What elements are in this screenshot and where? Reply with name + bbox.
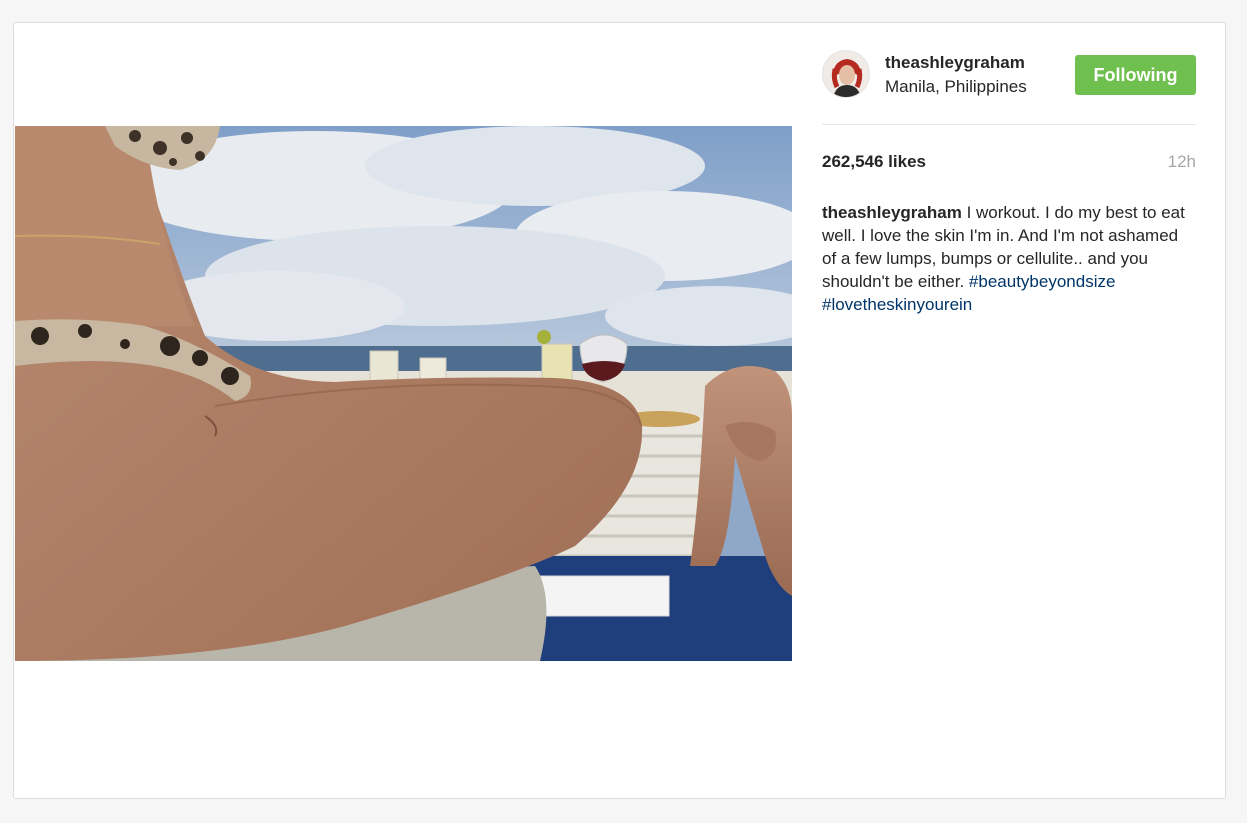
post-sidebar: theashleygraham Manila, Philippines Foll… [822, 23, 1196, 798]
beach-photo-icon [15, 126, 792, 661]
likes-count[interactable]: 262,546 likes [822, 152, 926, 172]
divider [822, 124, 1196, 125]
post-card: theashleygraham Manila, Philippines Foll… [13, 22, 1226, 799]
post-header: theashleygraham Manila, Philippines Foll… [822, 48, 1196, 104]
avatar[interactable] [822, 50, 870, 98]
post-timestamp: 12h [1167, 152, 1196, 171]
post-caption: theashleygraham I workout. I do my best … [822, 201, 1196, 316]
hashtag-link[interactable]: #beautybeyondsize [969, 272, 1116, 291]
hashtag-link[interactable]: #lovetheskinyourein [822, 295, 972, 314]
caption-username[interactable]: theashleygraham [822, 203, 962, 222]
profile-photo-icon [823, 51, 869, 97]
post-image[interactable] [15, 126, 792, 661]
following-button[interactable]: Following [1075, 55, 1196, 95]
post-username[interactable]: theashleygraham [885, 53, 1025, 73]
post-location[interactable]: Manila, Philippines [885, 77, 1027, 97]
